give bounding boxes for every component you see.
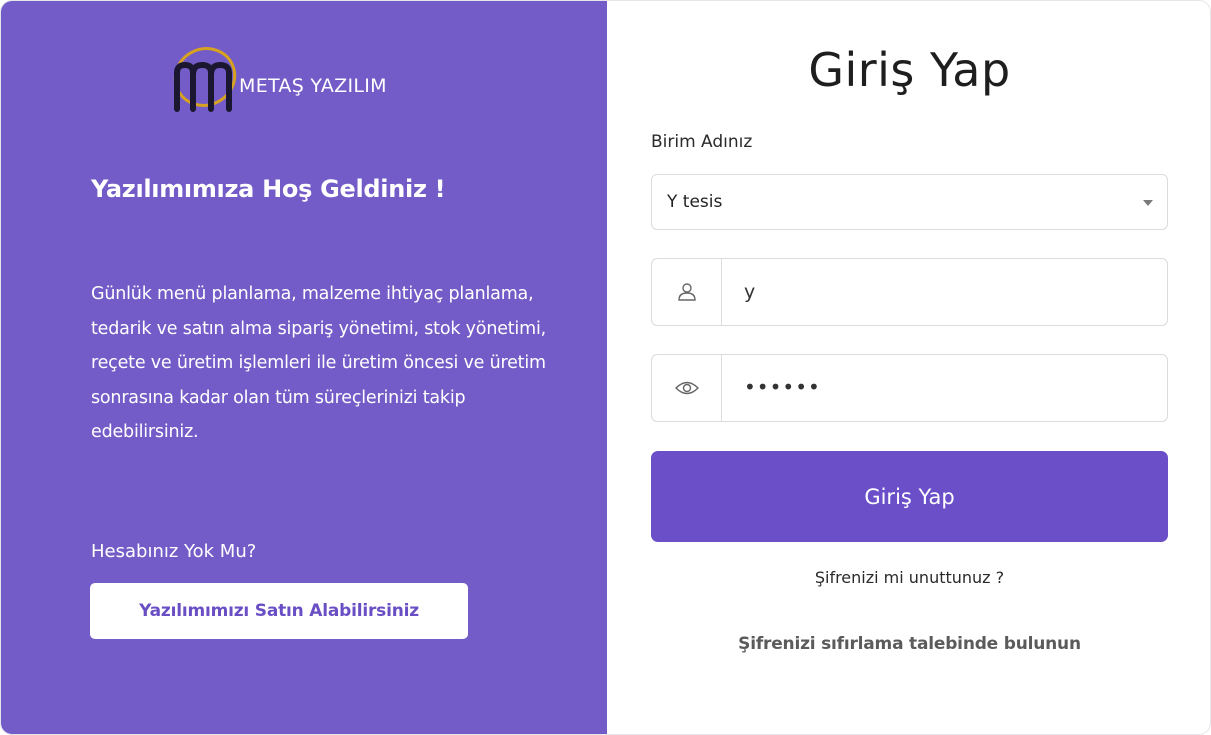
no-account-text: Hesabınız Yok Mu? xyxy=(91,541,257,562)
buy-software-button[interactable]: Yazılımımızı Satın Alabilirsiniz xyxy=(90,583,468,639)
login-card: METAŞ YAZILIM Yazılımımıza Hoş Geldiniz … xyxy=(0,0,1211,735)
description-text: Günlük menü planlama, malzeme ihtiyaç pl… xyxy=(91,284,546,442)
password-addon[interactable] xyxy=(652,355,722,421)
unit-select-value: Y tesis xyxy=(667,192,723,212)
username-addon xyxy=(652,259,722,325)
password-field[interactable]: •••••• xyxy=(651,354,1168,422)
m-ring-logo-icon xyxy=(173,47,237,112)
login-title: Giriş Yap xyxy=(808,43,1011,97)
username-field[interactable]: y xyxy=(651,258,1168,326)
login-button[interactable]: Giriş Yap xyxy=(651,451,1168,542)
welcome-panel: METAŞ YAZILIM Yazılımımıza Hoş Geldiniz … xyxy=(1,1,607,734)
username-input[interactable]: y xyxy=(744,281,755,303)
login-panel: Giriş Yap Birim Adınız Y tesis y •••••• … xyxy=(607,1,1210,734)
forgot-password-text: Şifrenizi mi unuttunuz ? xyxy=(814,568,1005,587)
brand-name: METAŞ YAZILIM xyxy=(239,75,387,97)
password-input[interactable]: •••••• xyxy=(744,375,821,399)
unit-select[interactable]: Y tesis xyxy=(651,174,1168,230)
eye-icon[interactable] xyxy=(674,379,699,397)
welcome-heading: Yazılımımıza Hoş Geldiniz ! xyxy=(91,175,446,203)
user-icon xyxy=(677,283,696,301)
unit-label: Birim Adınız xyxy=(651,132,753,152)
reset-password-link[interactable]: Şifrenizi sıfırlama talebinde bulunun xyxy=(607,634,1210,654)
caret-down-icon xyxy=(1143,200,1153,206)
brand-logo: METAŞ YAZILIM xyxy=(165,39,455,119)
